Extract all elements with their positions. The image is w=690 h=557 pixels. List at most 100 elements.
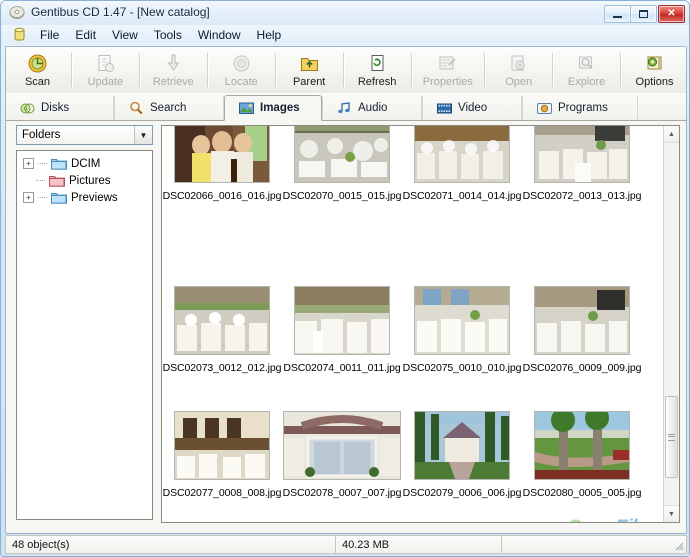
thumbnail-image <box>414 286 510 355</box>
audio-note-icon <box>337 101 352 115</box>
tree-connector <box>38 196 47 199</box>
toolbar-separator <box>484 53 486 87</box>
menu-item-tools[interactable]: Tools <box>146 26 190 44</box>
thumbnail-item[interactable]: DSC02079_0006_006.jpg <box>402 411 522 499</box>
options-gear-icon <box>644 52 665 74</box>
menu-item-edit[interactable]: Edit <box>67 26 104 44</box>
toolbar-button-explore[interactable]: Explore <box>555 47 618 93</box>
thumbnail-item[interactable]: DSC02077_0008_008.jpg <box>162 411 282 499</box>
menu-item-view[interactable]: View <box>104 26 146 44</box>
folder-tree[interactable]: + DCIM Pictures + Previews <box>16 150 153 520</box>
thumbnail-item[interactable]: DSC02070_0015_015.jpg <box>282 126 402 202</box>
toolbar-button-refresh[interactable]: Refresh <box>346 47 409 93</box>
tree-item-previews[interactable]: + Previews <box>17 189 152 206</box>
thumbnail-row: DSC02077_0008_008.jpg DSC02078_0007_007.… <box>162 411 664 499</box>
video-film-icon <box>437 101 452 115</box>
snapfiles-watermark: SnapFiles <box>568 516 659 522</box>
thumbnail-item[interactable]: DSC02071_0014_014.jpg <box>402 126 522 202</box>
toolbar-label-locate: Locate <box>224 76 258 88</box>
thumbnail-row: DSC02066_0016_016.jpg DSC02070_0015_015.… <box>162 126 664 202</box>
toolbar-label-explore: Explore <box>567 76 606 88</box>
close-button[interactable]: ✕ <box>658 5 685 23</box>
thumbnail-item[interactable]: DSC02073_0012_012.jpg <box>162 286 282 374</box>
toolbar-separator <box>138 53 140 87</box>
catalog-icon <box>12 27 27 42</box>
thumbnail-item[interactable]: DSC02075_0010_010.jpg <box>402 286 522 374</box>
tab-images[interactable]: Images <box>224 95 322 121</box>
resize-grip-icon[interactable] <box>672 539 684 551</box>
client-area: Scan Update Retrieve Locate Parent Refre… <box>5 46 687 534</box>
thumbnail-caption: DSC02070_0015_015.jpg <box>282 190 402 202</box>
thumbnail-item[interactable]: DSC02076_0009_009.jpg <box>522 286 642 374</box>
tab-video[interactable]: Video <box>422 96 522 120</box>
toolbar-button-parent[interactable]: Parent <box>278 47 341 93</box>
toolbar-label-parent: Parent <box>292 76 326 88</box>
tab-audio[interactable]: Audio <box>322 96 422 120</box>
refresh-icon <box>367 52 388 74</box>
thumbnail-caption: DSC02073_0012_012.jpg <box>162 362 282 374</box>
thumbnail-caption: DSC02075_0010_010.jpg <box>402 362 522 374</box>
thumbnail-image <box>534 411 630 480</box>
toolbar-button-options[interactable]: Options <box>623 47 686 93</box>
thumbnail-item[interactable]: DSC02072_0013_013.jpg <box>522 126 642 202</box>
thumbnail-image <box>534 286 630 355</box>
tab-label-images: Images <box>260 102 300 114</box>
toolbar-button-retrieve[interactable]: Retrieve <box>142 47 205 93</box>
menu-items: File Edit View Tools Window Help <box>32 25 289 45</box>
toolbar-button-open[interactable]: Open <box>487 47 550 93</box>
toolbar-label-properties: Properties <box>422 76 473 88</box>
toolbar-label-options: Options <box>635 76 674 88</box>
menu-item-help[interactable]: Help <box>249 26 290 44</box>
tree-item-label: Previews <box>71 191 118 204</box>
menu-item-file[interactable]: File <box>32 26 67 44</box>
tree-expander[interactable]: + <box>23 158 34 169</box>
scroll-up-arrow[interactable]: ▲ <box>664 126 679 143</box>
toolbar-label-retrieve: Retrieve <box>152 76 194 88</box>
status-total-size: 40.23 MB <box>335 535 501 554</box>
thumbnail-image <box>174 286 270 355</box>
scrollbar-thumb[interactable] <box>665 396 678 478</box>
toolbar-button-locate[interactable]: Locate <box>210 47 273 93</box>
menu-item-window[interactable]: Window <box>190 26 249 44</box>
tree-connector <box>36 179 45 182</box>
thumbnail-item[interactable]: DSC02074_0011_011.jpg <box>282 286 402 374</box>
minimize-button[interactable] <box>604 5 631 23</box>
toolbar-separator <box>552 53 554 87</box>
application-window: Gentibus CD 1.47 - [New catalog] ✕ File … <box>0 0 690 557</box>
thumbnail-scrollbar[interactable]: ▲ ▼ <box>663 126 679 522</box>
toolbar-label-refresh: Refresh <box>357 76 397 88</box>
tree-expander-empty <box>23 176 32 185</box>
tree-item-dcim[interactable]: + DCIM <box>17 155 152 172</box>
thumbnail-caption: DSC02071_0014_014.jpg <box>402 190 522 202</box>
thumbnail-caption: DSC02076_0009_009.jpg <box>522 362 642 374</box>
app-icon <box>9 5 25 21</box>
tab-search[interactable]: Search <box>114 96 224 120</box>
tab-label-search: Search <box>150 102 187 114</box>
chevron-down-icon[interactable]: ▼ <box>134 126 152 144</box>
thumbnail-caption: DSC02079_0006_006.jpg <box>402 487 522 499</box>
toolbar-button-update[interactable]: Update <box>74 47 137 93</box>
tab-disks[interactable]: Disks <box>6 96 114 120</box>
thumbnail-view[interactable]: DSC02066_0016_016.jpg DSC02070_0015_015.… <box>161 125 680 523</box>
toolbar-button-properties[interactable]: Properties <box>414 47 483 93</box>
folder-view-combo-value: Folders <box>22 129 61 141</box>
properties-icon <box>437 52 458 74</box>
folder-view-combo[interactable]: Folders ▼ <box>16 125 153 145</box>
thumbnail-item[interactable]: DSC02066_0016_016.jpg <box>162 126 282 202</box>
tree-item-pictures[interactable]: Pictures <box>17 172 152 189</box>
folder-red-icon <box>49 174 65 187</box>
scan-icon <box>27 52 48 74</box>
thumbnail-caption: DSC02066_0016_016.jpg <box>162 190 282 202</box>
menu-bar: File Edit View Tools Window Help – ❐ × <box>2 25 688 69</box>
thumbnail-image <box>174 126 270 183</box>
scroll-down-arrow[interactable]: ▼ <box>664 505 679 522</box>
programs-icon <box>537 101 552 115</box>
toolbar-button-scan[interactable]: Scan <box>6 47 69 93</box>
thumbnail-item[interactable]: DSC02078_0007_007.jpg <box>282 411 402 499</box>
tree-expander[interactable]: + <box>23 192 34 203</box>
maximize-button[interactable] <box>630 5 657 23</box>
title-bar: Gentibus CD 1.47 - [New catalog] ✕ <box>1 1 689 25</box>
tab-programs[interactable]: Programs <box>522 96 638 120</box>
thumbnail-item[interactable]: DSC02080_0005_005.jpg <box>522 411 642 499</box>
parent-folder-icon <box>299 52 320 74</box>
